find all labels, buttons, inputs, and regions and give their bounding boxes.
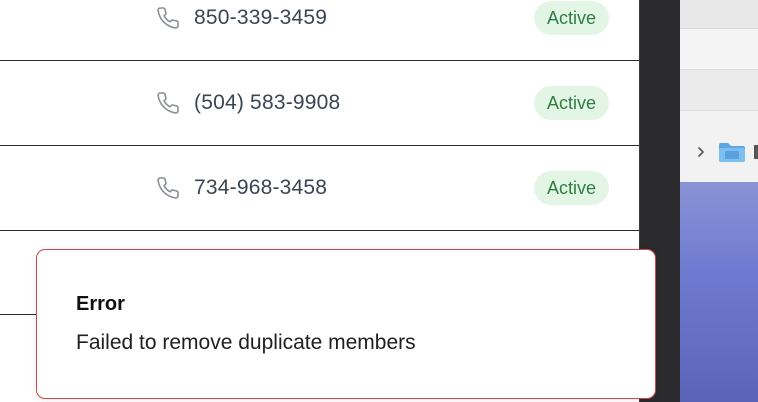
phone-icon [156, 176, 180, 200]
desktop-background [680, 182, 758, 402]
phone-number: 850-339-3459 [194, 6, 328, 29]
phone-icon [156, 6, 180, 30]
status-badge: Active [534, 86, 610, 120]
status-badge: Active [534, 171, 610, 205]
toast-message: Failed to remove duplicate members [76, 331, 416, 354]
toolbar-strip [680, 0, 758, 29]
side-window [640, 0, 758, 402]
status-badge: Active [534, 1, 610, 35]
phone-cell: (504) 583-9908 [156, 61, 340, 145]
table-row[interactable]: 734-968-3458 Active [0, 146, 639, 231]
toast-title: Error [76, 293, 125, 315]
phone-number: 734-968-3458 [194, 176, 328, 199]
table-row[interactable]: (504) 583-9908 Active [0, 61, 639, 146]
screen: 850-339-3459 Active (504) 583-9908 Activ… [0, 0, 758, 402]
finder-panel [680, 0, 758, 402]
phone-number: (504) 583-9908 [194, 91, 341, 114]
phone-cell: 850-339-3459 [156, 0, 327, 60]
phone-cell: 734-968-3458 [156, 146, 327, 230]
folder-list-item[interactable] [680, 132, 758, 172]
error-toast[interactable]: Error Failed to remove duplicate members [36, 249, 656, 399]
toolbar-strip [680, 70, 758, 111]
folder-icon [718, 141, 746, 163]
phone-icon [156, 91, 180, 115]
chevron-right-icon[interactable] [694, 145, 708, 159]
table-row[interactable]: 850-339-3459 Active [0, 0, 639, 61]
folder-label [754, 145, 758, 159]
toolbar-strip [680, 29, 758, 70]
